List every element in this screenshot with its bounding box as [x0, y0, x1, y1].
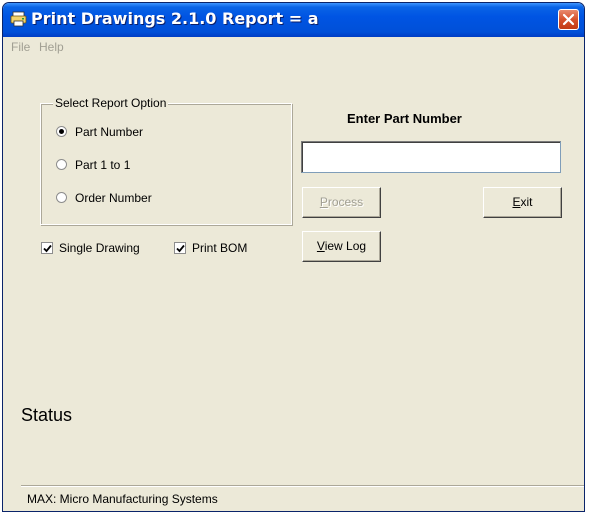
- exit-button[interactable]: Exit: [483, 187, 562, 218]
- part-number-input[interactable]: [301, 141, 561, 173]
- radio-button[interactable]: [56, 159, 67, 171]
- radio-button[interactable]: [56, 192, 67, 204]
- app-window: Print Drawings 2.1.0 Report = a File Hel…: [2, 2, 585, 512]
- view-log-button-mnemonic: V: [316, 239, 325, 253]
- title-bar[interactable]: Print Drawings 2.1.0 Report = a: [3, 3, 584, 37]
- process-button-mnemonic: P: [319, 195, 328, 209]
- report-option-group-label: Select Report Option: [53, 96, 169, 110]
- radio-part-1-to-1[interactable]: Part 1 to 1: [56, 158, 130, 172]
- radio-part-1-to-1-label: Part 1 to 1: [75, 158, 131, 172]
- checkmark-icon: [176, 244, 185, 253]
- status-bar: MAX: Micro Manufacturing Systems: [21, 485, 584, 511]
- process-button-label: rocess: [327, 195, 364, 209]
- close-icon: [562, 13, 575, 26]
- close-button[interactable]: [558, 9, 579, 30]
- checkbox-checked[interactable]: [174, 241, 186, 254]
- checkmark-icon: [43, 244, 52, 253]
- enter-part-number-label: Enter Part Number: [347, 111, 462, 126]
- exit-button-mnemonic: E: [512, 195, 521, 209]
- radio-part-number-label: Part Number: [75, 125, 144, 139]
- checkbox-checked[interactable]: [41, 241, 53, 254]
- view-log-button[interactable]: View Log: [302, 231, 381, 262]
- checkbox-print-bom[interactable]: Print BOM: [174, 241, 247, 255]
- status-label: Status: [21, 405, 73, 425]
- checkbox-single-drawing[interactable]: Single Drawing: [41, 241, 140, 255]
- checkbox-print-bom-label: Print BOM: [192, 241, 248, 255]
- process-button[interactable]: Process: [302, 187, 381, 218]
- status-bar-text: MAX: Micro Manufacturing Systems: [27, 492, 218, 506]
- radio-order-number-label: Order Number: [75, 191, 152, 205]
- exit-button-label: xit: [520, 195, 533, 209]
- radio-button-selected[interactable]: [56, 126, 67, 138]
- view-log-button-label: iew Log: [324, 239, 367, 253]
- checkbox-single-drawing-label: Single Drawing: [59, 241, 140, 255]
- window-title: Print Drawings 2.1.0 Report = a: [31, 9, 319, 28]
- menu-bar: File Help: [3, 37, 584, 57]
- radio-part-number[interactable]: Part Number: [56, 125, 143, 139]
- radio-order-number[interactable]: Order Number: [56, 191, 152, 205]
- menu-help[interactable]: Help: [39, 40, 64, 54]
- menu-file[interactable]: File: [11, 40, 30, 54]
- printer-icon: [10, 11, 27, 27]
